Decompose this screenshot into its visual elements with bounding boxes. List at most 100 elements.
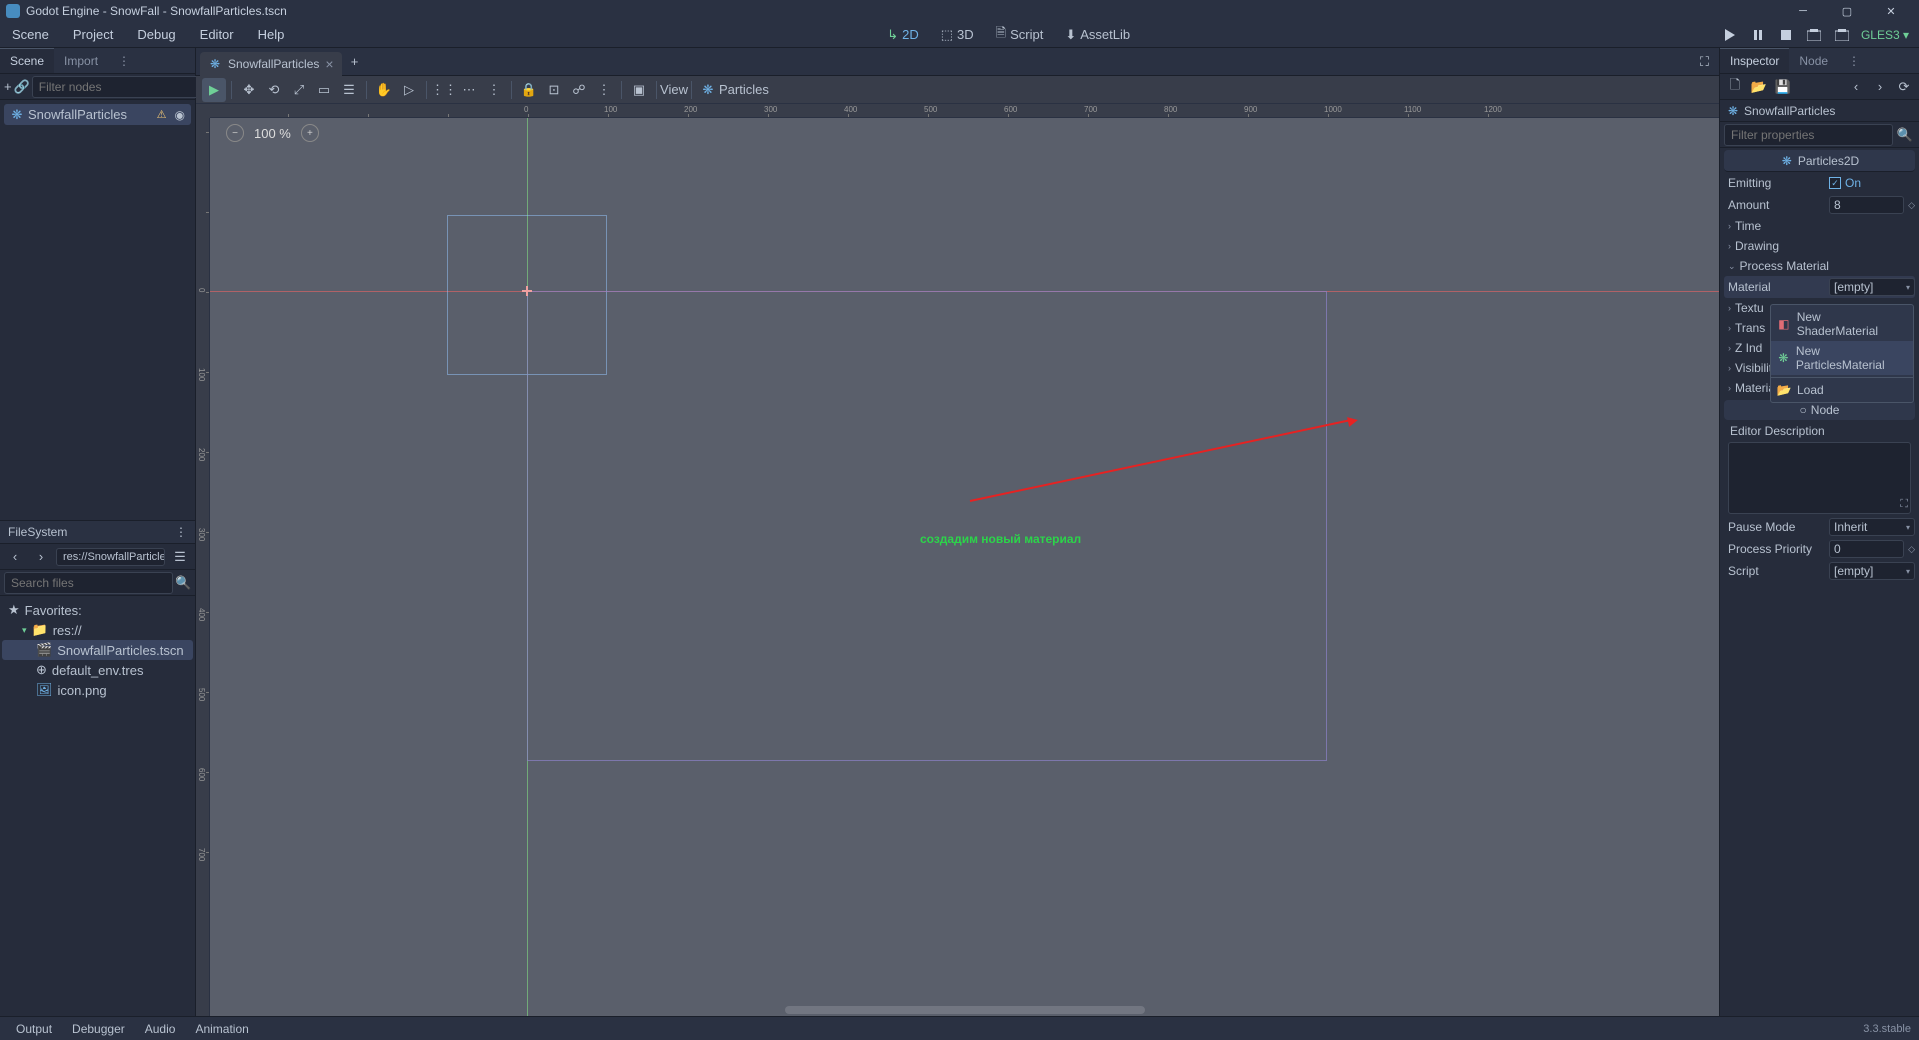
- inspector-options[interactable]: ⋮: [1838, 48, 1870, 73]
- workspace-3d[interactable]: ⬚3D: [933, 21, 982, 49]
- editor-description-box[interactable]: ⛶: [1728, 442, 1911, 514]
- bottom-animation[interactable]: Animation: [187, 1022, 256, 1036]
- filesystem-options[interactable]: ⋮: [175, 525, 187, 539]
- menu-debug[interactable]: Debug: [125, 22, 187, 47]
- pause-button[interactable]: [1749, 26, 1767, 44]
- snap-options[interactable]: ⋮: [482, 78, 506, 102]
- distraction-free-toggle[interactable]: ⛶: [1690, 54, 1719, 70]
- section-process-material[interactable]: ⌄Process Material: [1724, 256, 1915, 276]
- visibility-toggle-icon[interactable]: ◉: [175, 108, 185, 122]
- history-forward[interactable]: ›: [1869, 76, 1891, 98]
- prop-emitting-checkbox[interactable]: ✓On: [1829, 176, 1915, 190]
- workspace-assetlib[interactable]: ⬇AssetLib: [1057, 21, 1138, 49]
- menu-project[interactable]: Project: [61, 22, 125, 47]
- scene-tab-snowfall[interactable]: ❋ SnowfallParticles ×: [200, 52, 342, 76]
- skeleton-button[interactable]: ☍: [567, 78, 591, 102]
- snap-grid-icon[interactable]: ⋮⋮: [432, 78, 456, 102]
- close-tab-button[interactable]: ×: [325, 56, 333, 72]
- fs-file-tscn[interactable]: 🎬SnowfallParticles.tscn: [2, 640, 193, 660]
- node-class-header[interactable]: ○Node: [1724, 400, 1915, 420]
- prop-process-priority-input[interactable]: [1829, 540, 1904, 558]
- zoom-in-button[interactable]: +: [301, 124, 319, 142]
- prop-material-dropdown[interactable]: [empty]▾: [1829, 278, 1915, 296]
- ruler-tool[interactable]: ▷: [397, 78, 421, 102]
- section-drawing[interactable]: ›Drawing: [1724, 236, 1915, 256]
- fs-back-button[interactable]: ‹: [4, 546, 26, 568]
- menu-help[interactable]: Help: [246, 22, 297, 47]
- fs-root[interactable]: ▾📁res://: [2, 620, 193, 640]
- prop-pause-mode-dropdown[interactable]: Inherit▾: [1829, 518, 1915, 536]
- group-button[interactable]: ⊡: [542, 78, 566, 102]
- play-button[interactable]: [1721, 26, 1739, 44]
- load-resource-button[interactable]: 📂: [1748, 76, 1770, 98]
- new-resource-button[interactable]: 🗋: [1724, 76, 1746, 98]
- rotate-tool[interactable]: ⟲: [262, 78, 286, 102]
- particles-menu[interactable]: ❋ Particles: [697, 82, 773, 97]
- canvas[interactable]: − 100 % + создадим новый материал: [210, 118, 1719, 1016]
- scale-tool[interactable]: ⤢: [287, 78, 311, 102]
- filesystem-tree[interactable]: ★Favorites: ▾📁res:// 🎬SnowfallParticles.…: [0, 596, 195, 1016]
- maximize-button[interactable]: ▢: [1825, 0, 1869, 22]
- viewport-2d[interactable]: 0100200300400500600700800900100011001200…: [196, 104, 1719, 1016]
- menu-load[interactable]: 📂Load: [1771, 380, 1913, 400]
- fs-forward-button[interactable]: ›: [30, 546, 52, 568]
- section-time[interactable]: ›Time: [1724, 216, 1915, 236]
- rect-select-tool[interactable]: ▭: [312, 78, 336, 102]
- filter-properties-input[interactable]: [1724, 124, 1893, 146]
- fs-file-tres[interactable]: ⊕default_env.tres: [2, 660, 193, 680]
- prop-amount-input[interactable]: [1829, 196, 1904, 214]
- scene-tree[interactable]: ❋ SnowfallParticles ⚠ ◉: [0, 100, 195, 520]
- tab-scene[interactable]: Scene: [0, 48, 54, 73]
- class-header[interactable]: ❋ Particles2D: [1724, 150, 1915, 172]
- new-tab-button[interactable]: +: [344, 51, 366, 73]
- history-back[interactable]: ‹: [1845, 76, 1867, 98]
- scene-dock-options[interactable]: ⋮: [108, 48, 140, 73]
- play-custom-scene-button[interactable]: [1833, 26, 1851, 44]
- tab-import[interactable]: Import: [54, 48, 108, 73]
- move-tool[interactable]: ✥: [237, 78, 261, 102]
- instance-scene-button[interactable]: 🔗: [14, 76, 30, 98]
- pan-tool[interactable]: ✋: [372, 78, 396, 102]
- menu-scene[interactable]: Scene: [0, 22, 61, 47]
- zoom-out-button[interactable]: −: [226, 124, 244, 142]
- inspector-object-name[interactable]: ❋ SnowfallParticles: [1720, 100, 1919, 122]
- filter-nodes-input[interactable]: [32, 76, 201, 98]
- fs-search-icon[interactable]: 🔍: [175, 572, 191, 594]
- add-node-button[interactable]: +: [4, 76, 12, 98]
- workspace-script[interactable]: 🗎Script: [988, 21, 1052, 49]
- fs-search-input[interactable]: [4, 572, 173, 594]
- override-camera-icon[interactable]: ▣: [627, 78, 651, 102]
- scene-tree-root[interactable]: ❋ SnowfallParticles ⚠ ◉: [4, 104, 191, 125]
- search-icon[interactable]: 🔍: [1895, 124, 1915, 146]
- fs-file-png[interactable]: 🖼icon.png: [2, 680, 193, 700]
- bottom-debugger[interactable]: Debugger: [64, 1022, 133, 1036]
- close-button[interactable]: ✕: [1869, 0, 1913, 22]
- fs-path[interactable]: res://SnowfallParticles: [56, 548, 165, 566]
- menu-new-particles-material[interactable]: ❋New ParticlesMaterial: [1771, 341, 1913, 375]
- renderer-selector[interactable]: GLES3 ▾: [1861, 28, 1909, 42]
- bottom-output[interactable]: Output: [8, 1022, 60, 1036]
- play-scene-button[interactable]: [1805, 26, 1823, 44]
- list-tool[interactable]: ☰: [337, 78, 361, 102]
- scrollbar-horizontal[interactable]: [785, 1006, 1145, 1014]
- history-button[interactable]: ⟳: [1893, 76, 1915, 98]
- smart-snap-icon[interactable]: ⋯: [457, 78, 481, 102]
- lock-button[interactable]: 🔒: [517, 78, 541, 102]
- minimize-button[interactable]: ─: [1781, 0, 1825, 22]
- fs-favorites[interactable]: ★Favorites:: [2, 600, 193, 620]
- view-menu[interactable]: View: [662, 78, 686, 102]
- zoom-label[interactable]: 100 %: [254, 126, 291, 141]
- bottom-audio[interactable]: Audio: [137, 1022, 184, 1036]
- stop-button[interactable]: [1777, 26, 1795, 44]
- tab-inspector[interactable]: Inspector: [1720, 48, 1789, 73]
- save-resource-button[interactable]: 💾: [1772, 76, 1794, 98]
- fs-view-mode-button[interactable]: ☰: [169, 546, 191, 568]
- select-tool[interactable]: ▶: [202, 78, 226, 102]
- prop-script-dropdown[interactable]: [empty]▾: [1829, 562, 1915, 580]
- workspace-2d[interactable]: ↳2D: [879, 21, 927, 49]
- warning-icon[interactable]: ⚠: [157, 108, 167, 121]
- expand-icon[interactable]: ⛶: [1900, 498, 1908, 511]
- menu-new-shader-material[interactable]: ◧New ShaderMaterial: [1771, 307, 1913, 341]
- tab-node[interactable]: Node: [1789, 48, 1838, 73]
- skeleton-options[interactable]: ⋮: [592, 78, 616, 102]
